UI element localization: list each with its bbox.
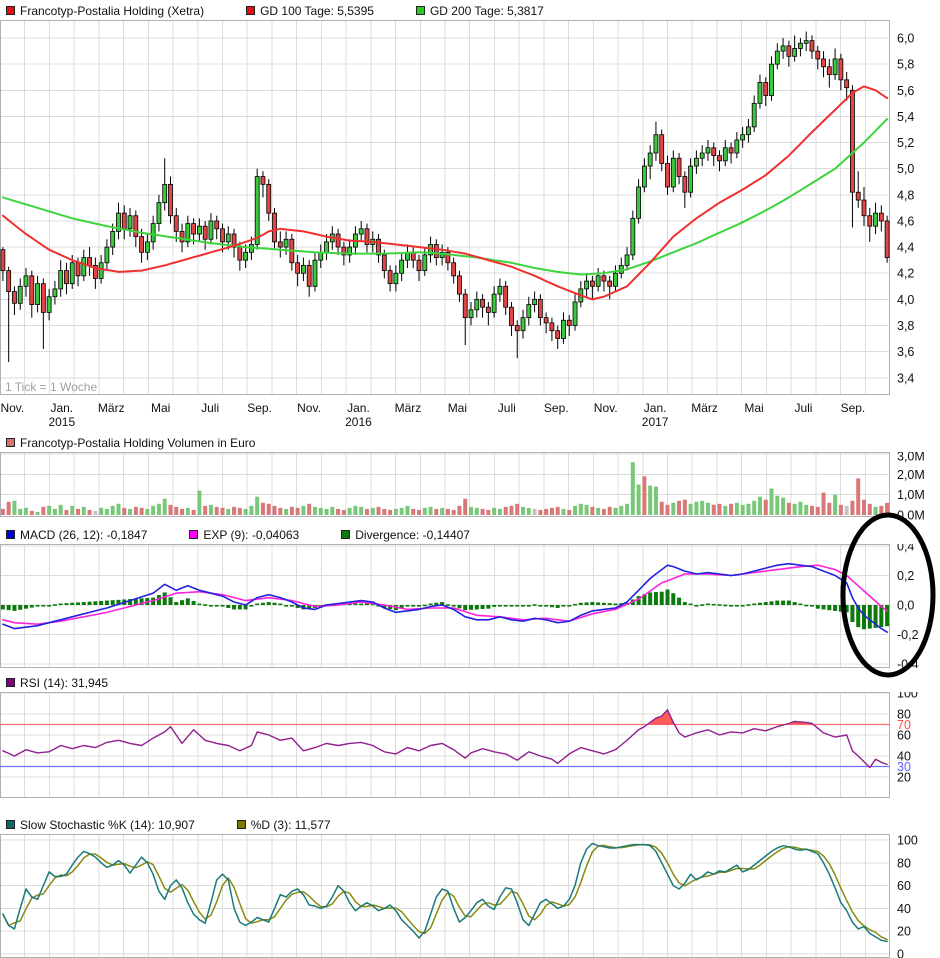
gd200-label: GD 200 Tage: 5,3817 [430, 4, 544, 18]
svg-text:Juli: Juli [201, 401, 219, 415]
svg-text:0: 0 [897, 948, 904, 958]
macd-label: MACD (26, 12): -0,1847 [20, 528, 147, 542]
stochastic-k-legend-item: Slow Stochastic %K (14): 10,907 [6, 818, 195, 832]
volume-legend: Francotyp-Postalia Holding Volumen in Eu… [0, 432, 940, 452]
stochastic-legend: Slow Stochastic %K (14): 10,907 %D (3): … [0, 814, 940, 834]
gd100-legend-item: GD 100 Tage: 5,5395 [246, 4, 374, 18]
rsi-legend: RSI (14): 31,945 [0, 672, 940, 692]
rsi-legend-item: RSI (14): 31,945 [6, 676, 108, 690]
price-candlestick-panel: 1 Tick = 1 Woche 6,0 5,8 5,6 5,4 5,2 5,0 4,8 4,6… [0, 20, 940, 432]
series-label: Francotyp-Postalia Holding (Xetra) [20, 4, 204, 18]
svg-text:2,0M: 2,0M [897, 468, 925, 482]
svg-text:40: 40 [897, 902, 911, 916]
exp-label: EXP (9): -0,04063 [203, 528, 299, 542]
svg-text:3,6: 3,6 [897, 345, 914, 359]
svg-text:März: März [98, 401, 125, 415]
svg-text:Mai: Mai [151, 401, 170, 415]
macd-panel: 0,4 0,2 0,0 -0,2 -0,4 [0, 544, 940, 668]
volume-label: Francotyp-Postalia Holding Volumen in Eu… [20, 436, 255, 450]
svg-text:60: 60 [897, 879, 911, 893]
rsi-marker [6, 678, 15, 687]
gd200-legend-item: GD 200 Tage: 5,3817 [416, 4, 544, 18]
stochastic-d-marker [237, 820, 246, 829]
svg-text:5,6: 5,6 [897, 84, 914, 98]
volume-legend-item: Francotyp-Postalia Holding Volumen in Eu… [6, 436, 255, 450]
divergence-marker [341, 530, 350, 539]
macd-legend: MACD (26, 12): -0,1847 EXP (9): -0,04063… [0, 524, 940, 544]
rsi-label: RSI (14): 31,945 [20, 676, 108, 690]
gd100-marker [246, 6, 255, 15]
svg-text:-0,2: -0,2 [897, 628, 919, 642]
stochastic-d-legend-item: %D (3): 11,577 [237, 818, 331, 832]
svg-text:60: 60 [897, 729, 911, 743]
svg-text:20: 20 [897, 771, 911, 785]
svg-text:-0,4: -0,4 [897, 658, 919, 669]
svg-text:2017: 2017 [642, 415, 669, 429]
volume-panel: 3,0M 2,0M 1,0M 0,0M [0, 452, 940, 520]
stochastic-k-label: Slow Stochastic %K (14): 10,907 [20, 818, 195, 832]
volume-marker [6, 438, 15, 447]
svg-text:4,8: 4,8 [897, 188, 914, 202]
svg-text:Nov.: Nov. [594, 401, 618, 415]
svg-text:Nov.: Nov. [297, 401, 321, 415]
gd100-label: GD 100 Tage: 5,5395 [260, 4, 374, 18]
divergence-label: Divergence: -0,14407 [355, 528, 470, 542]
svg-text:5,4: 5,4 [897, 110, 914, 124]
svg-text:4,4: 4,4 [897, 241, 914, 255]
svg-text:0,4: 0,4 [897, 544, 914, 554]
svg-text:März: März [395, 401, 422, 415]
stock-analysis-chart: Francotyp-Postalia Holding (Xetra) GD 10… [0, 0, 940, 958]
svg-text:Mai: Mai [744, 401, 763, 415]
price-legend-item: Francotyp-Postalia Holding (Xetra) [6, 4, 204, 18]
svg-text:100: 100 [897, 834, 918, 848]
svg-text:3,4: 3,4 [897, 371, 914, 385]
svg-text:3,0M: 3,0M [897, 452, 925, 464]
svg-text:Juli: Juli [794, 401, 812, 415]
svg-text:Nov.: Nov. [0, 401, 24, 415]
svg-text:2015: 2015 [48, 415, 75, 429]
stochastic-d-label: %D (3): 11,577 [251, 818, 331, 832]
svg-text:4,6: 4,6 [897, 214, 914, 228]
svg-text:Jan.: Jan. [644, 401, 667, 415]
svg-text:0,0: 0,0 [897, 599, 914, 613]
svg-text:Sep.: Sep. [247, 401, 272, 415]
svg-text:Jan.: Jan. [50, 401, 73, 415]
svg-text:5,2: 5,2 [897, 136, 914, 150]
svg-text:3,8: 3,8 [897, 319, 914, 333]
svg-text:Sep.: Sep. [544, 401, 569, 415]
svg-text:Sep.: Sep. [841, 401, 866, 415]
macd-legend-item: MACD (26, 12): -0,1847 [6, 528, 147, 542]
gd200-marker [416, 6, 425, 15]
svg-text:Jan.: Jan. [347, 401, 370, 415]
svg-text:2016: 2016 [345, 415, 372, 429]
macd-marker [6, 530, 15, 539]
exp-legend-item: EXP (9): -0,04063 [189, 528, 299, 542]
svg-text:20: 20 [897, 925, 911, 939]
stochastic-panel: 100 80 60 40 20 0 [0, 834, 940, 958]
svg-text:0,0M: 0,0M [897, 509, 925, 521]
svg-text:5,0: 5,0 [897, 162, 914, 176]
divergence-legend-item: Divergence: -0,14407 [341, 528, 470, 542]
exp-marker [189, 530, 198, 539]
price-legend: Francotyp-Postalia Holding (Xetra) GD 10… [0, 0, 940, 20]
svg-text:März: März [691, 401, 718, 415]
svg-text:6,0: 6,0 [897, 32, 914, 46]
svg-text:4,2: 4,2 [897, 267, 914, 281]
svg-text:0,2: 0,2 [897, 569, 914, 583]
svg-text:Juli: Juli [498, 401, 516, 415]
svg-text:5,8: 5,8 [897, 58, 914, 72]
stochastic-k-marker [6, 820, 15, 829]
svg-text:80: 80 [897, 856, 911, 870]
svg-text:Mai: Mai [448, 401, 467, 415]
svg-text:1,0M: 1,0M [897, 488, 925, 502]
svg-text:100: 100 [897, 692, 918, 701]
rsi-panel: 100807060403020 [0, 692, 940, 798]
series-marker [6, 6, 15, 15]
svg-text:4,0: 4,0 [897, 293, 914, 307]
svg-text:1 Tick = 1 Woche: 1 Tick = 1 Woche [5, 380, 97, 394]
